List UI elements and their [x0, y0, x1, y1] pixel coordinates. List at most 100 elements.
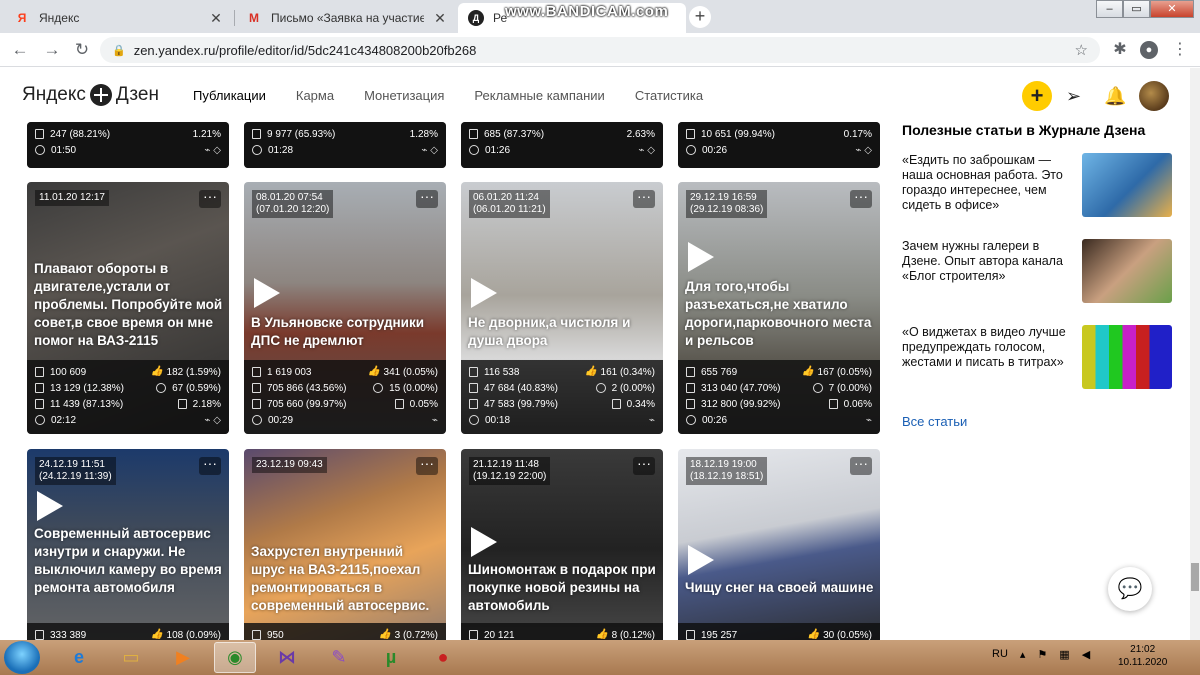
- address-bar[interactable]: 🔒 zen.yandex.ru/profile/editor/id/5dc241…: [100, 37, 1100, 63]
- publication-card[interactable]: 18.12.19 19:00 (18.12.19 18:51) ··· Чищу …: [678, 449, 880, 640]
- card-title: Для того,чтобы разъехаться,не хватило до…: [685, 279, 872, 348]
- zen-logo[interactable]: Яндекс Дзен: [22, 84, 159, 106]
- card-stats: 685 (87.37%) 2.63% 01:26 ⌁ ◇: [461, 122, 663, 168]
- publication-card[interactable]: 10 651 (99.94%) 0.17% 00:26 ⌁ ◇: [678, 122, 880, 168]
- publication-card[interactable]: 29.12.19 16:59 (29.12.19 08:36) ··· Для т…: [678, 182, 880, 434]
- send-icon[interactable]: ➢: [1066, 86, 1081, 107]
- more-icon[interactable]: ···: [416, 189, 438, 208]
- visual-studio-icon[interactable]: ⋈: [266, 642, 308, 673]
- tag-icon[interactable]: ⌁: [432, 415, 438, 426]
- publish-date: 08.01.20 07:54 (07.01.20 12:20): [252, 190, 334, 218]
- forward-icon[interactable]: →: [42, 40, 62, 60]
- maximize-button[interactable]: ▭: [1123, 0, 1150, 18]
- article-thumbnail: [1082, 239, 1172, 303]
- article-item[interactable]: «О виджетах в видео лучше предупреждать …: [902, 325, 1174, 391]
- new-tab-button[interactable]: +: [689, 6, 711, 28]
- publication-card[interactable]: 685 (87.37%) 2.63% 01:26 ⌁ ◇: [461, 122, 663, 168]
- extensions-icon[interactable]: ✱: [1110, 40, 1130, 60]
- main-nav: Публикации Карма Монетизация Рекламные к…: [193, 88, 733, 103]
- nav-ad-campaigns[interactable]: Рекламные кампании: [474, 88, 604, 103]
- zen-icon: Д: [468, 10, 484, 26]
- play-icon[interactable]: [254, 278, 280, 308]
- volume-icon[interactable]: ◀: [1082, 648, 1090, 661]
- publication-card[interactable]: 08.01.20 07:54 (07.01.20 12:20) ··· В Уль…: [244, 182, 446, 434]
- feather-icon[interactable]: ✎: [318, 642, 360, 673]
- card-stats: 950 👍 3 (0.72%): [244, 623, 446, 640]
- profile-icon[interactable]: ●: [1140, 41, 1158, 59]
- back-icon[interactable]: ←: [10, 40, 30, 60]
- close-window-button[interactable]: ✕: [1150, 0, 1194, 18]
- nav-monetization[interactable]: Монетизация: [364, 88, 444, 103]
- folder-icon[interactable]: ▭: [110, 642, 152, 673]
- more-icon[interactable]: ···: [633, 189, 655, 208]
- tab-yandex[interactable]: Я Яндекс ✕: [4, 3, 234, 33]
- tag-icon[interactable]: ⌁ ◇: [422, 145, 439, 156]
- article-item[interactable]: Зачем нужны галереи в Дзене. Опыт автора…: [902, 239, 1174, 305]
- more-icon[interactable]: ···: [199, 456, 221, 475]
- tag-icon[interactable]: ⌁ ◇: [639, 145, 656, 156]
- card-title: Захрустел внутренний шрус на ВАЗ-2115,по…: [251, 544, 430, 613]
- flag-icon[interactable]: ⚑: [1037, 648, 1047, 661]
- stat-value: 01:26: [485, 144, 511, 156]
- publication-card[interactable]: 11.01.20 12:17 ··· Плавают обороты в дви…: [27, 182, 229, 434]
- publication-card[interactable]: 247 (88.21%) 1.21% 01:50 ⌁ ◇: [27, 122, 229, 168]
- publication-card[interactable]: 21.12.19 11:48 (19.12.19 22:00) ··· Шином…: [461, 449, 663, 640]
- play-icon[interactable]: [37, 491, 63, 521]
- tag-icon[interactable]: ⌁ ◇: [205, 415, 222, 426]
- media-player-icon[interactable]: ▶: [162, 642, 204, 673]
- article-thumbnail: [1082, 153, 1172, 217]
- reload-icon[interactable]: ↻: [72, 40, 92, 60]
- bell-icon[interactable]: 🔔: [1104, 86, 1126, 107]
- play-icon[interactable]: [688, 242, 714, 272]
- tab-mail[interactable]: M Письмо «Заявка на участие в п ✕: [236, 3, 458, 33]
- more-icon[interactable]: ···: [850, 456, 872, 475]
- nav-statistics[interactable]: Статистика: [635, 88, 703, 103]
- publication-card[interactable]: 9 977 (65.93%) 1.28% 01:28 ⌁ ◇: [244, 122, 446, 168]
- tag-icon[interactable]: ⌁: [866, 415, 872, 426]
- publication-card[interactable]: 06.01.20 11:24 (06.01.20 11:21) ··· Не дв…: [461, 182, 663, 434]
- more-icon[interactable]: ···: [633, 456, 655, 475]
- scrollbar-thumb[interactable]: [1191, 563, 1199, 591]
- tab-title: Письмо «Заявка на участие в п: [271, 11, 424, 25]
- more-icon[interactable]: ···: [199, 189, 221, 208]
- create-plus-button[interactable]: +: [1022, 81, 1052, 111]
- network-icon[interactable]: ▦: [1059, 648, 1069, 661]
- clock-date: 10.11.2020: [1118, 657, 1168, 668]
- menu-icon[interactable]: ⋮: [1170, 40, 1190, 60]
- bookmark-star-icon[interactable]: ☆: [1075, 41, 1088, 59]
- tag-icon[interactable]: ⌁ ◇: [856, 145, 873, 156]
- start-button[interactable]: [4, 641, 40, 674]
- publication-card[interactable]: 23.12.19 09:43 ··· Захрустел внутренний …: [244, 449, 446, 640]
- article-thumbnail: [1082, 325, 1172, 389]
- tray-arrow-icon[interactable]: ▴: [1020, 648, 1026, 661]
- tag-icon[interactable]: ⌁ ◇: [205, 145, 222, 156]
- close-icon[interactable]: ✕: [208, 10, 224, 27]
- stat-value: 1.21%: [192, 128, 221, 140]
- gmail-icon: M: [249, 11, 259, 25]
- card-stats: 333 389 👍 108 (0.09%): [27, 623, 229, 640]
- utorrent-icon[interactable]: µ: [370, 642, 412, 673]
- chrome-icon[interactable]: ◉: [214, 642, 256, 673]
- play-icon[interactable]: [688, 545, 714, 575]
- page-scrollbar[interactable]: [1190, 68, 1200, 640]
- chat-icon[interactable]: 💬: [1108, 567, 1152, 611]
- tag-icon[interactable]: ⌁: [649, 415, 655, 426]
- publication-card[interactable]: 24.12.19 11:51 (24.12.19 11:39) ··· Совре…: [27, 449, 229, 640]
- language-indicator[interactable]: RU: [992, 648, 1008, 661]
- play-icon[interactable]: [471, 527, 497, 557]
- avatar[interactable]: [1139, 81, 1169, 111]
- minimize-button[interactable]: –: [1096, 0, 1123, 18]
- bandicam-icon[interactable]: ●: [422, 642, 464, 673]
- close-icon[interactable]: ✕: [432, 10, 448, 27]
- url-text: zen.yandex.ru/profile/editor/id/5dc241c4…: [133, 42, 477, 58]
- card-title: Чищу снег на своей машине: [685, 580, 874, 595]
- all-articles-link[interactable]: Все статьи: [902, 414, 967, 429]
- nav-publications[interactable]: Публикации: [193, 88, 266, 103]
- more-icon[interactable]: ···: [416, 456, 438, 475]
- more-icon[interactable]: ···: [850, 189, 872, 208]
- play-icon[interactable]: [471, 278, 497, 308]
- nav-karma[interactable]: Карма: [296, 88, 334, 103]
- ie-icon[interactable]: e: [58, 642, 100, 673]
- clock[interactable]: 21:02 10.11.2020: [1118, 643, 1167, 669]
- article-item[interactable]: «Ездить по заброшкам — наша основная раб…: [902, 153, 1174, 219]
